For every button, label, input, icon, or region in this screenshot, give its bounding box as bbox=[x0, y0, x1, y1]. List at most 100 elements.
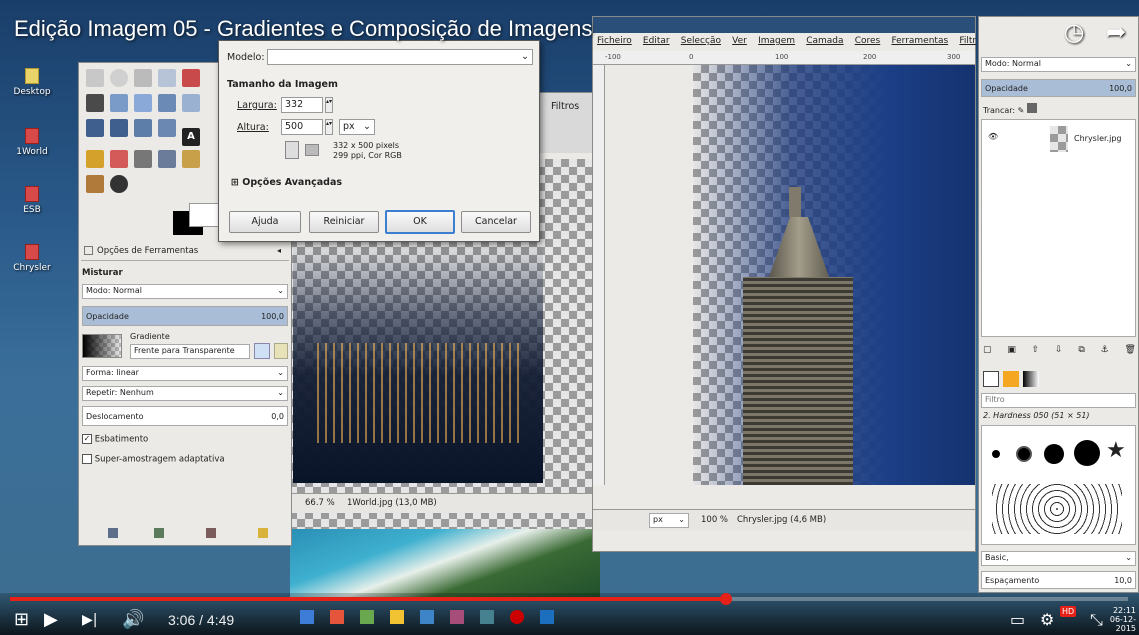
reset-button[interactable]: Reiniciar bbox=[309, 211, 379, 233]
rect-select-tool-icon[interactable] bbox=[86, 69, 104, 87]
clone-tool-icon[interactable] bbox=[182, 150, 200, 168]
menu-colors[interactable]: Cores bbox=[855, 36, 881, 46]
paths-tool-icon[interactable] bbox=[86, 94, 104, 112]
brush-tab-icon[interactable] bbox=[983, 371, 999, 387]
lock-alpha-icon[interactable] bbox=[1026, 103, 1037, 113]
scale-tool-icon[interactable] bbox=[134, 119, 152, 137]
windows-start-icon[interactable]: ⊞ bbox=[14, 610, 29, 630]
menu-select[interactable]: Selecção bbox=[681, 36, 721, 46]
menu-layer[interactable]: Camada bbox=[806, 36, 843, 46]
volume-icon[interactable]: 🔊 bbox=[122, 610, 144, 630]
edit-gradient-icon[interactable] bbox=[274, 343, 288, 359]
color-select-tool-icon[interactable] bbox=[182, 69, 200, 87]
gradient-tab-icon[interactable] bbox=[1023, 371, 1039, 387]
width-spin-icon[interactable]: ▴▾ bbox=[325, 97, 333, 113]
eraser-tool-icon[interactable] bbox=[110, 150, 128, 168]
free-select-tool-icon[interactable] bbox=[134, 69, 152, 87]
brush-filter-input[interactable]: Filtro bbox=[981, 393, 1136, 408]
desktop-icon-desktop[interactable]: Desktop bbox=[6, 68, 58, 97]
share-icon[interactable]: ➦ bbox=[1102, 18, 1130, 46]
brush-item[interactable] bbox=[1074, 440, 1100, 466]
rotate-tool-icon[interactable] bbox=[110, 119, 128, 137]
new-group-icon[interactable]: ▣ bbox=[1007, 345, 1016, 359]
cancel-button[interactable]: Cancelar bbox=[461, 211, 531, 233]
brushes-grid[interactable]: ★ bbox=[981, 425, 1136, 545]
watch-later-icon[interactable]: ◷ bbox=[1060, 18, 1088, 46]
dither-checkbox[interactable]: ✓ bbox=[82, 434, 92, 444]
reset-options-icon[interactable] bbox=[258, 528, 268, 538]
preset-select[interactable]: ⌄ bbox=[267, 49, 533, 65]
layer-opacity-slider[interactable]: Opacidade 100,0 bbox=[981, 79, 1136, 97]
tool-options-tab[interactable]: Opções de Ferramentas ◂ bbox=[81, 243, 289, 261]
crop-tool-icon[interactable] bbox=[86, 119, 104, 137]
shear-tool-icon[interactable] bbox=[158, 119, 176, 137]
unit-select[interactable]: px ⌄ bbox=[649, 513, 689, 528]
video-title[interactable]: Edição Imagem 05 - Gradientes e Composiç… bbox=[14, 16, 592, 42]
pattern-tab-icon[interactable] bbox=[1003, 371, 1019, 387]
lower-layer-icon[interactable]: ⇩ bbox=[1055, 345, 1063, 359]
taskbar-app-icon[interactable] bbox=[330, 610, 344, 624]
advanced-expander[interactable]: ⊞ Opções Avançadas bbox=[231, 177, 342, 188]
width-input[interactable]: 332 bbox=[281, 97, 323, 113]
delete-layer-icon[interactable]: 🗑 bbox=[1125, 345, 1136, 359]
brush-item-selected[interactable] bbox=[1016, 446, 1032, 462]
delete-options-icon[interactable] bbox=[206, 528, 216, 538]
menu-file[interactable]: Ficheiro bbox=[597, 36, 632, 46]
lock-paint-icon[interactable]: ✎ bbox=[1018, 106, 1025, 115]
play-icon[interactable]: ▶ bbox=[44, 610, 58, 630]
airbrush-tool-icon[interactable] bbox=[134, 150, 152, 168]
menu-view[interactable]: Ver bbox=[732, 36, 747, 46]
menu-image[interactable]: Imagem bbox=[758, 36, 795, 46]
settings-gear-icon[interactable]: ⚙ bbox=[1040, 610, 1054, 630]
reverse-gradient-icon[interactable] bbox=[254, 343, 270, 359]
texture-brushes[interactable] bbox=[992, 484, 1122, 534]
shape-select[interactable]: Forma: linear ⌄ bbox=[82, 366, 288, 381]
background-color-swatch[interactable] bbox=[189, 203, 219, 227]
layer-row[interactable]: 👁 Chrysler.jpg bbox=[982, 124, 1135, 154]
menu-filters[interactable]: Filtros bbox=[551, 101, 579, 112]
subtitles-icon[interactable]: ▭ bbox=[1010, 610, 1025, 630]
spacing-slider[interactable]: Espaçamento 10,0 bbox=[981, 571, 1136, 589]
save-options-icon[interactable] bbox=[108, 528, 118, 538]
anchor-layer-icon[interactable]: ⚓ bbox=[1101, 345, 1109, 359]
star-brush-icon[interactable]: ★ bbox=[1106, 438, 1126, 463]
mode-select[interactable]: Modo: Normal ⌄ bbox=[82, 284, 288, 299]
brush-item[interactable] bbox=[1044, 444, 1064, 464]
repeat-select[interactable]: Repetir: Nenhum ⌄ bbox=[82, 386, 288, 401]
help-button[interactable]: Ajuda bbox=[229, 211, 301, 233]
supersample-checkbox[interactable] bbox=[82, 454, 92, 464]
taskbar-app-icon[interactable] bbox=[540, 610, 554, 624]
height-spin-icon[interactable]: ▴▾ bbox=[325, 119, 333, 135]
progress-scrubber[interactable] bbox=[719, 593, 732, 605]
text-tool-icon[interactable]: A bbox=[182, 128, 200, 146]
move-tool-icon[interactable] bbox=[158, 94, 176, 112]
fuzzy-select-tool-icon[interactable] bbox=[158, 69, 176, 87]
next-icon[interactable]: ▶| bbox=[82, 610, 97, 630]
restore-options-icon[interactable] bbox=[154, 528, 164, 538]
menu-edit[interactable]: Editar bbox=[643, 36, 670, 46]
bucket-fill-tool-icon[interactable] bbox=[158, 150, 176, 168]
ok-button[interactable]: OK bbox=[385, 210, 455, 234]
ellipse-select-tool-icon[interactable] bbox=[110, 69, 128, 87]
chain-link-icon[interactable] bbox=[285, 141, 299, 159]
zoom-tool-icon[interactable] bbox=[110, 94, 128, 112]
new-layer-icon[interactable]: ▢ bbox=[983, 345, 992, 359]
desktop-icon-esb[interactable]: ESB bbox=[6, 186, 58, 215]
unit-select[interactable]: px ⌄ bbox=[339, 119, 375, 135]
smudge-tool-icon[interactable] bbox=[86, 175, 104, 193]
raise-layer-icon[interactable]: ⇧ bbox=[1032, 345, 1040, 359]
pencil-tool-icon[interactable] bbox=[86, 150, 104, 168]
offset-slider[interactable]: Deslocamento 0,0 bbox=[82, 406, 288, 426]
taskbar-app-icon[interactable] bbox=[420, 610, 434, 624]
dodge-burn-tool-icon[interactable] bbox=[110, 175, 128, 193]
desktop-icon-1world[interactable]: 1World bbox=[6, 128, 58, 157]
taskbar-app-icon[interactable] bbox=[360, 610, 374, 624]
preset-select[interactable]: Basic, ⌄ bbox=[981, 551, 1136, 566]
menu-tools[interactable]: Ferramentas bbox=[891, 36, 948, 46]
taskbar-app-icon[interactable] bbox=[390, 610, 404, 624]
height-input[interactable]: 500 bbox=[281, 119, 323, 135]
gradient-preview[interactable] bbox=[82, 334, 122, 358]
taskbar-app-icon[interactable] bbox=[480, 610, 494, 624]
desktop-icon-chrysler[interactable]: Chrysler bbox=[6, 244, 58, 273]
video-progress-bar[interactable] bbox=[10, 593, 1128, 605]
